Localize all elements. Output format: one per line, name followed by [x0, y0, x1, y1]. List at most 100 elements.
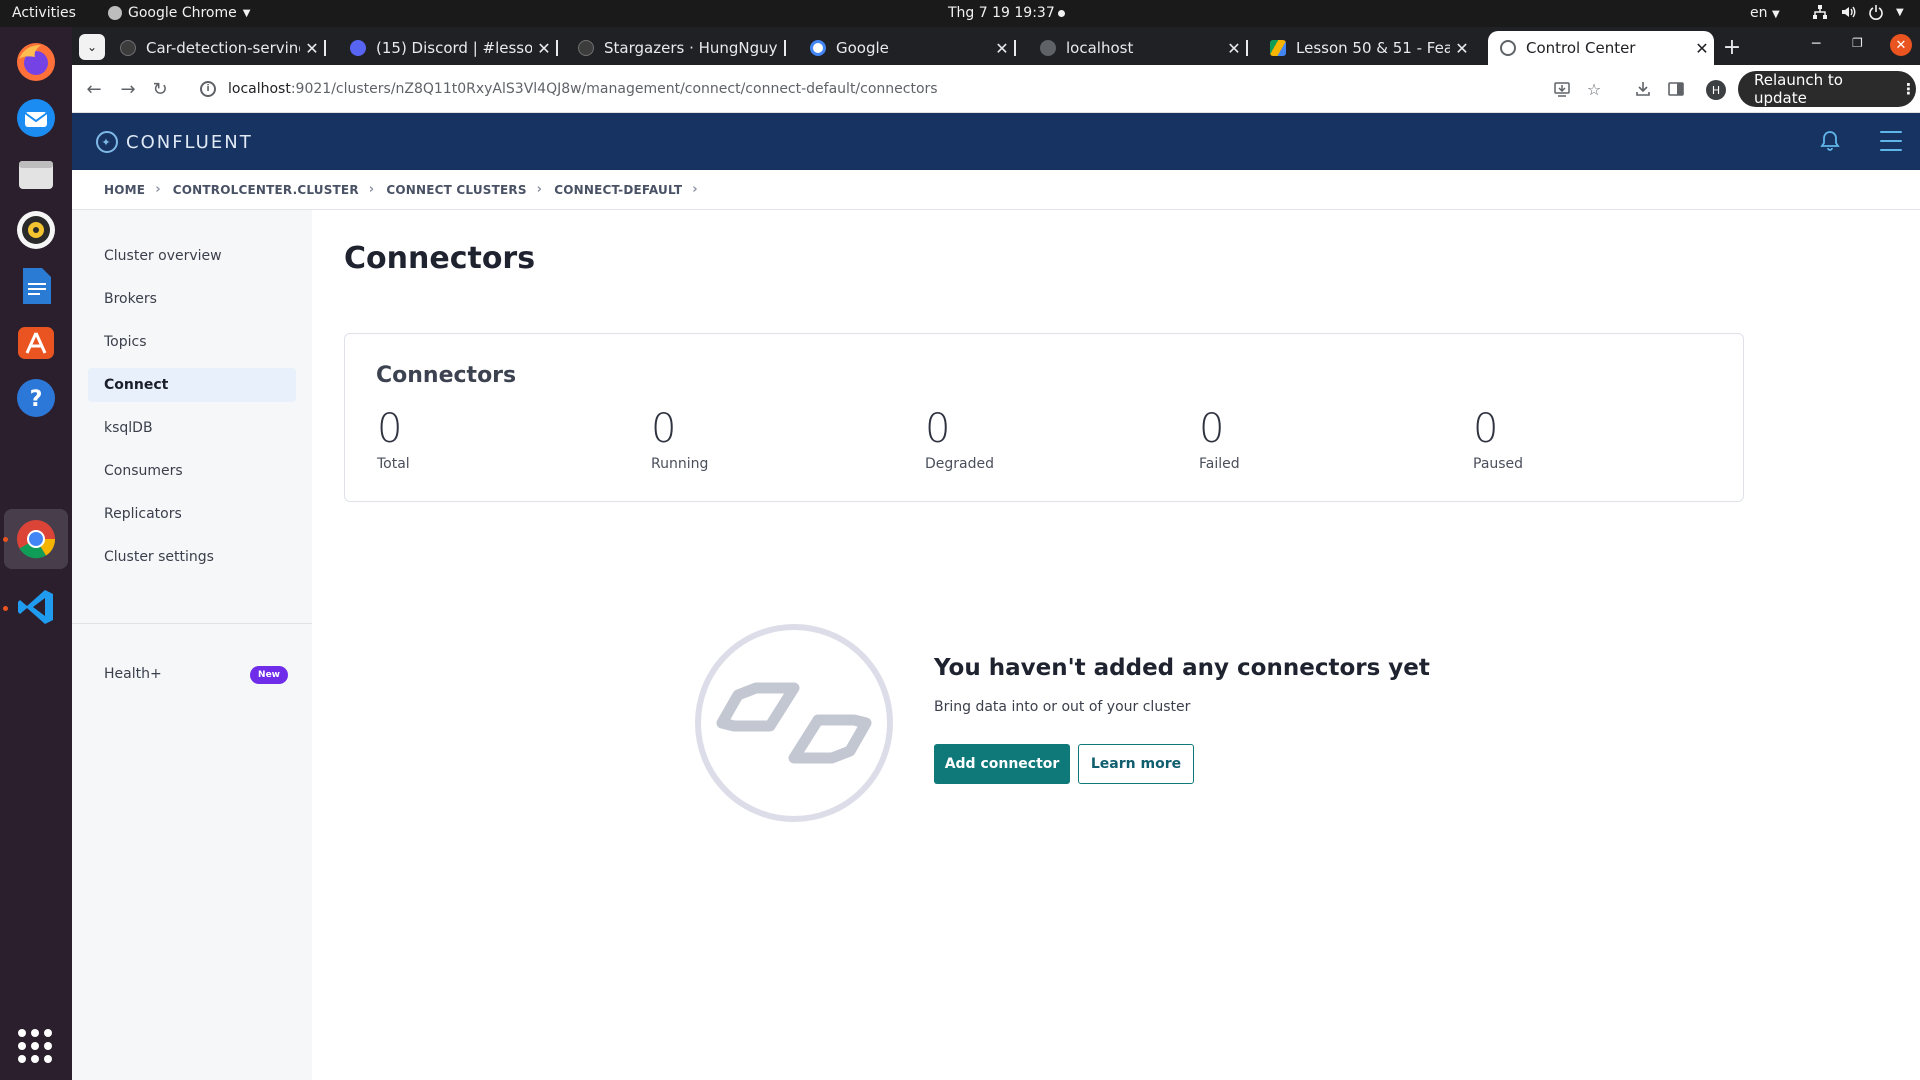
profile-avatar[interactable]: H: [1706, 80, 1726, 100]
rhythmbox-icon[interactable]: [11, 205, 61, 255]
tab-title: Control Center: [1526, 39, 1636, 57]
tab-car-detection[interactable]: Car-detection-serving-n ✕: [108, 31, 326, 65]
svg-text:?: ?: [30, 387, 43, 412]
chevron-down-icon: ▼: [1771, 9, 1780, 20]
side-panel-icon[interactable]: [1664, 77, 1688, 101]
running-indicator-icon: [3, 606, 8, 611]
relaunch-button[interactable]: Relaunch to update ⋮: [1738, 71, 1916, 107]
stat-paused: 0 Paused: [1473, 406, 1523, 472]
sidebar-item-label: Topics: [104, 334, 147, 350]
learn-more-button[interactable]: Learn more: [1078, 744, 1194, 784]
tab-strip: ⌄ Car-detection-serving-n ✕ (15) Discord…: [72, 27, 1920, 65]
new-tab-icon[interactable]: +: [1720, 35, 1744, 60]
new-badge: New: [250, 666, 288, 684]
stat-label: Paused: [1473, 456, 1524, 472]
tab-control-center[interactable]: Control Center ✕: [1488, 31, 1714, 65]
sidebar-item-label: Connect: [104, 377, 169, 393]
address-bar[interactable]: i localhost:9021/clusters/nZ8Q11t0RxyAlS…: [190, 71, 1570, 107]
breadcrumb-chevron-icon: ›: [368, 182, 375, 197]
page-title: Connectors: [344, 241, 536, 276]
install-app-icon[interactable]: [1550, 77, 1574, 101]
back-icon[interactable]: ←: [82, 77, 106, 101]
app-center-icon[interactable]: [11, 317, 61, 367]
stat-label: Running: [651, 456, 709, 472]
confluent-icon: [1500, 40, 1516, 56]
app-menu[interactable]: Google Chrome ▼: [108, 5, 250, 21]
sidebar-item-topics[interactable]: Topics: [88, 325, 296, 359]
empty-state-title: You haven't added any connectors yet: [934, 655, 1430, 681]
confluent-logo[interactable]: ✦ CONFLUENT: [96, 131, 253, 153]
close-tab-icon[interactable]: ✕: [990, 39, 1014, 58]
globe-icon: [1040, 40, 1056, 56]
sidebar-item-health-plus[interactable]: Health+ New: [88, 657, 296, 691]
close-tab-icon[interactable]: ✕: [1450, 39, 1474, 58]
restore-icon[interactable]: ❐: [1852, 36, 1863, 50]
close-tab-icon[interactable]: ✕: [1222, 39, 1246, 58]
forward-icon[interactable]: →: [116, 77, 140, 101]
notifications-bell-icon[interactable]: [1818, 129, 1842, 153]
tab-title: (15) Discord | #lessons-: [376, 39, 532, 57]
hamburger-menu-icon[interactable]: [1880, 131, 1902, 151]
sidebar-item-brokers[interactable]: Brokers: [88, 282, 296, 316]
tab-discord[interactable]: (15) Discord | #lessons- ✕: [338, 31, 558, 65]
sidebar-item-consumers[interactable]: Consumers: [88, 454, 296, 488]
activities-button[interactable]: Activities: [12, 5, 76, 21]
close-tab-icon[interactable]: ✕: [532, 39, 556, 58]
reload-icon[interactable]: ↻: [148, 77, 172, 101]
tab-localhost[interactable]: localhost ✕: [1028, 31, 1248, 65]
sidebar-item-label: ksqlDB: [104, 420, 153, 436]
dock: ?: [0, 27, 72, 1080]
bookmark-star-icon[interactable]: ☆: [1582, 77, 1606, 101]
notification-dot-icon: [1058, 10, 1065, 17]
profile-initial: H: [1711, 83, 1721, 97]
stat-value: 0: [925, 406, 951, 452]
sidebar-item-connect[interactable]: Connect: [88, 368, 296, 402]
language-indicator[interactable]: en ▼: [1750, 5, 1780, 21]
tab-stargazers[interactable]: Stargazers · HungNguy: [566, 31, 786, 65]
clock[interactable]: Thg 7 19 19:37: [948, 5, 1055, 21]
sidebar-item-label: Cluster settings: [104, 549, 214, 565]
url-text: localhost:9021/clusters/nZ8Q11t0RxyAlS3V…: [228, 81, 938, 97]
breadcrumb-chevron-icon: ›: [692, 182, 698, 197]
breadcrumb-connect-default[interactable]: CONNECT-DEFAULT: [554, 183, 682, 197]
tab-search-button[interactable]: ⌄: [79, 34, 105, 60]
google-icon: [810, 40, 826, 56]
breadcrumb: HOME › CONTROLCENTER.CLUSTER › CONNECT CLU…: [72, 170, 1920, 210]
sidebar-item-label: Consumers: [104, 463, 183, 479]
breadcrumb-cluster[interactable]: CONTROLCENTER.CLUSTER: [173, 183, 359, 197]
add-connector-button[interactable]: Add connector: [934, 744, 1070, 784]
more-menu-icon[interactable]: ⋮: [1901, 80, 1916, 98]
chrome-small-icon: [108, 6, 122, 20]
volume-icon: [1842, 6, 1856, 18]
sidebar-divider: [72, 623, 312, 624]
sidebar: Cluster overview Brokers Topics Connect …: [72, 210, 312, 1080]
tab-separator: [1246, 40, 1248, 56]
tab-google[interactable]: Google ✕: [798, 31, 1016, 65]
breadcrumb-connect-clusters[interactable]: CONNECT CLUSTERS: [386, 183, 526, 197]
tab-title: Lesson 50 & 51 - Featur: [1296, 39, 1450, 57]
vscode-icon[interactable]: [11, 582, 61, 632]
sidebar-item-cluster-settings[interactable]: Cluster settings: [88, 540, 296, 574]
minimize-icon[interactable]: ─: [1812, 36, 1820, 52]
sidebar-item-ksqldb[interactable]: ksqlDB: [88, 411, 296, 445]
chrome-icon[interactable]: [11, 514, 61, 564]
close-window-icon[interactable]: ✕: [1890, 34, 1912, 56]
sidebar-item-replicators[interactable]: Replicators: [88, 497, 296, 531]
files-icon[interactable]: [11, 149, 61, 199]
tab-lesson[interactable]: Lesson 50 & 51 - Featur ✕: [1258, 31, 1474, 65]
help-icon[interactable]: ?: [11, 373, 61, 423]
close-tab-icon[interactable]: ✕: [300, 39, 324, 58]
stat-value: 0: [651, 406, 677, 452]
language-label: en: [1750, 5, 1768, 21]
breadcrumb-home[interactable]: HOME: [104, 183, 145, 197]
libreoffice-writer-icon[interactable]: [11, 261, 61, 311]
site-info-icon[interactable]: i: [200, 81, 216, 97]
chevron-down-icon: ▼: [242, 7, 251, 19]
firefox-icon[interactable]: [11, 37, 61, 87]
system-menu[interactable]: ▼: [1812, 4, 1904, 20]
sidebar-item-cluster-overview[interactable]: Cluster overview: [88, 239, 296, 273]
downloads-icon[interactable]: [1631, 77, 1655, 101]
close-tab-icon[interactable]: ✕: [1690, 39, 1714, 58]
thunderbird-icon[interactable]: [11, 93, 61, 143]
show-apps-icon[interactable]: [18, 1029, 52, 1063]
